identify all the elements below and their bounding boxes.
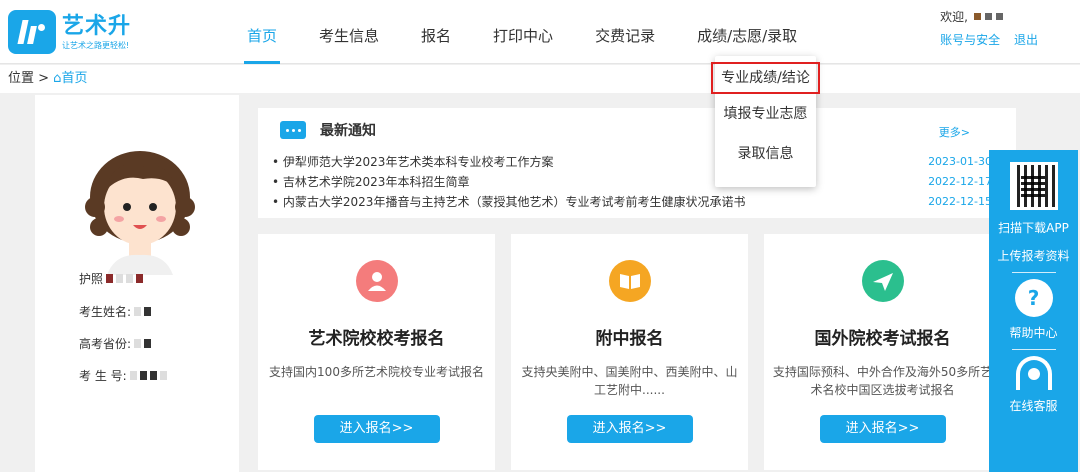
account-security-link[interactable]: 账号与安全 — [940, 33, 1000, 47]
breadcrumb-home[interactable]: ⌂首页 — [53, 71, 87, 86]
menu-item-professional-scores[interactable]: 专业成绩/结论 — [711, 62, 820, 94]
passport-label: 护照 — [79, 272, 104, 286]
upload-materials-link[interactable]: 上传报考资料 — [989, 246, 1078, 266]
main-nav: 首页 考生信息 报名 打印中心 交费记录 成绩/志愿/录取 — [232, 0, 824, 64]
list-item[interactable]: 内蒙古大学2023年播音与主持艺术（蒙授其他艺术）专业考试考前考生健康状况承诺书… — [272, 192, 992, 212]
enter-registration-button[interactable]: 进入报名>> — [313, 415, 440, 443]
more-link[interactable]: 更多> — [939, 124, 970, 140]
help-icon[interactable]: ? — [1014, 279, 1053, 317]
art-school-exam-card: 艺术院校校考报名 支持国内100多所艺术院校专业考试报名 进入报名>> — [258, 234, 495, 470]
list-item[interactable]: 吉林艺术学院2023年本科招生简章 2022-12-17 — [272, 172, 992, 192]
menu-item-admission-info[interactable]: 录取信息 — [715, 134, 816, 174]
province-label: 高考省份: — [79, 337, 132, 351]
card-title: 艺术院校校考报名 — [308, 329, 445, 349]
breadcrumb: 位置 > ⌂首页 — [0, 65, 1080, 93]
help-center-link[interactable]: 帮助中心 — [989, 323, 1078, 343]
nav-registration[interactable]: 报名 — [406, 0, 466, 64]
online-service-link[interactable]: 在线客服 — [989, 396, 1078, 416]
qr-code-icon — [1009, 162, 1058, 210]
overseas-school-card: 国外院校考试报名 支持国际预科、中外合作及海外50多所艺术名校中国区选拔考试报名… — [764, 234, 1001, 470]
brand-name: 艺术升 — [62, 13, 132, 39]
avatar — [85, 151, 195, 275]
user-icon — [355, 260, 398, 302]
notice-list: 伊犁师范大学2023年艺术类本科专业校考工作方案 2023-01-30 吉林艺术… — [272, 152, 992, 212]
candidate-id-row: 考 生 号: — [79, 367, 167, 384]
logout-link[interactable]: 退出 — [1014, 33, 1038, 47]
username-masked — [973, 13, 1003, 20]
name-label: 考生姓名: — [79, 305, 132, 319]
breadcrumb-prefix: 位置 > — [8, 71, 50, 86]
brand-logo[interactable]: 艺术升 让艺术之路更轻松! — [8, 10, 131, 54]
book-icon — [608, 260, 651, 302]
nav-payment-records[interactable]: 交费记录 — [580, 0, 670, 64]
airplane-icon — [861, 260, 904, 302]
passport-row: 护照 — [79, 270, 144, 287]
profile-card: 护照 考生姓名: 高考省份: 考 生 号: — [35, 95, 239, 472]
menu-item-fill-preferences[interactable]: 填报专业志愿 — [715, 94, 816, 134]
notice-title: 最新通知 — [320, 123, 376, 139]
nav-home[interactable]: 首页 — [232, 0, 292, 64]
message-icon — [280, 121, 306, 139]
headset-icon[interactable] — [1015, 356, 1052, 390]
logo-icon — [8, 10, 56, 54]
top-header: 艺术升 让艺术之路更轻松! 首页 考生信息 报名 打印中心 交费记录 成绩/志愿… — [0, 0, 1080, 64]
candidate-id-label: 考 生 号: — [79, 369, 127, 383]
card-desc: 支持央美附中、国美附中、西美附中、山工艺附中...... — [521, 365, 738, 397]
scan-download-app[interactable]: 扫描下载APP — [989, 218, 1078, 238]
card-desc: 支持国内100多所艺术院校专业考试报名 — [269, 365, 484, 379]
welcome-text: 欢迎, — [940, 10, 968, 24]
notice-panel: 最新通知 更多> 伊犁师范大学2023年艺术类本科专业校考工作方案 2023-0… — [258, 108, 1016, 218]
nav-scores-admission[interactable]: 成绩/志愿/录取 — [682, 0, 812, 64]
enter-registration-button[interactable]: 进入报名>> — [566, 415, 693, 443]
affiliated-school-card: 附中报名 支持央美附中、国美附中、西美附中、山工艺附中...... 进入报名>> — [511, 234, 748, 470]
enter-registration-button[interactable]: 进入报名>> — [819, 415, 946, 443]
nav-print-center[interactable]: 打印中心 — [478, 0, 568, 64]
list-item[interactable]: 伊犁师范大学2023年艺术类本科专业校考工作方案 2023-01-30 — [272, 152, 992, 172]
user-area: 欢迎, 账号与安全 退出 — [940, 8, 1048, 48]
right-service-panel: 扫描下载APP 上传报考资料 ? 帮助中心 在线客服 — [989, 150, 1078, 472]
province-row: 高考省份: — [79, 335, 152, 352]
nav-candidate-info[interactable]: 考生信息 — [304, 0, 394, 64]
card-title: 附中报名 — [595, 329, 664, 349]
card-desc: 支持国际预科、中外合作及海外50多所艺术名校中国区选拔考试报名 — [772, 365, 993, 397]
brand-slogan: 让艺术之路更轻松! — [62, 40, 130, 50]
name-row: 考生姓名: — [79, 303, 152, 320]
card-title: 国外院校考试报名 — [814, 329, 951, 349]
scores-dropdown-menu: 专业成绩/结论 填报专业志愿 录取信息 — [711, 56, 820, 187]
